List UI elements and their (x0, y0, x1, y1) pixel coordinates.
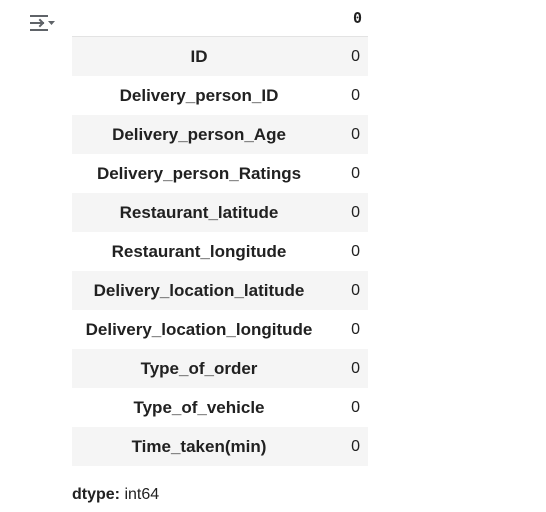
row-label: Type_of_order (72, 349, 330, 388)
index-header (72, 0, 330, 37)
notebook-output: 0 ID 0 Delivery_person_ID 0 Delivery_person_… (0, 0, 546, 512)
row-label: Delivery_location_latitude (72, 271, 330, 310)
table-row: Time_taken(min) 0 (72, 427, 368, 466)
row-label: Restaurant_latitude (72, 193, 330, 232)
dtype-label: dtype: (72, 486, 120, 503)
dtype-line: dtype: int64 (72, 486, 159, 504)
table-row: Delivery_person_Age 0 (72, 115, 368, 154)
table-row: Restaurant_latitude 0 (72, 193, 368, 232)
row-label: Delivery_person_ID (119, 85, 279, 105)
output-actions-icon[interactable] (28, 12, 58, 36)
row-label: Type_of_vehicle (133, 397, 265, 417)
row-label: ID (72, 36, 330, 76)
row-label: Restaurant_longitude (111, 241, 287, 261)
table-row: Type_of_order 0 (72, 349, 368, 388)
row-value: 0 (330, 349, 368, 388)
row-value: 0 (330, 36, 368, 76)
row-label: Time_taken(min) (72, 427, 330, 466)
row-value: 0 (351, 86, 360, 104)
column-header: 0 (330, 0, 368, 37)
row-value: 0 (330, 427, 368, 466)
table-header-row: 0 (72, 0, 368, 37)
output-actions-icon-svg (30, 15, 55, 31)
row-label: Delivery_person_Age (72, 115, 330, 154)
table-body: ID 0 Delivery_person_ID 0 Delivery_person_Ag… (72, 36, 368, 466)
row-value: 0 (330, 115, 368, 154)
table-row: Delivery_person_Ratings 0 (72, 154, 368, 193)
dtype-value: int64 (124, 486, 160, 503)
table-row: ID 0 (72, 36, 368, 76)
series-table: 0 ID 0 Delivery_person_ID 0 Delivery_person_… (72, 0, 368, 466)
row-label: Delivery_person_Ratings (96, 163, 302, 183)
table-row: Delivery_person_ID 0 (72, 76, 368, 115)
row-value: 0 (351, 242, 360, 260)
row-value: 0 (351, 164, 360, 182)
row-value: 0 (351, 320, 360, 338)
row-value: 0 (330, 271, 368, 310)
row-label: Delivery_location_longitude (85, 319, 313, 339)
table-row: Delivery_location_latitude 0 (72, 271, 368, 310)
row-value: 0 (351, 398, 360, 416)
table-row: Delivery_location_longitude 0 (72, 310, 368, 349)
table-row: Restaurant_longitude 0 (72, 232, 368, 271)
table-row: Type_of_vehicle 0 (72, 388, 368, 427)
row-value: 0 (330, 193, 368, 232)
